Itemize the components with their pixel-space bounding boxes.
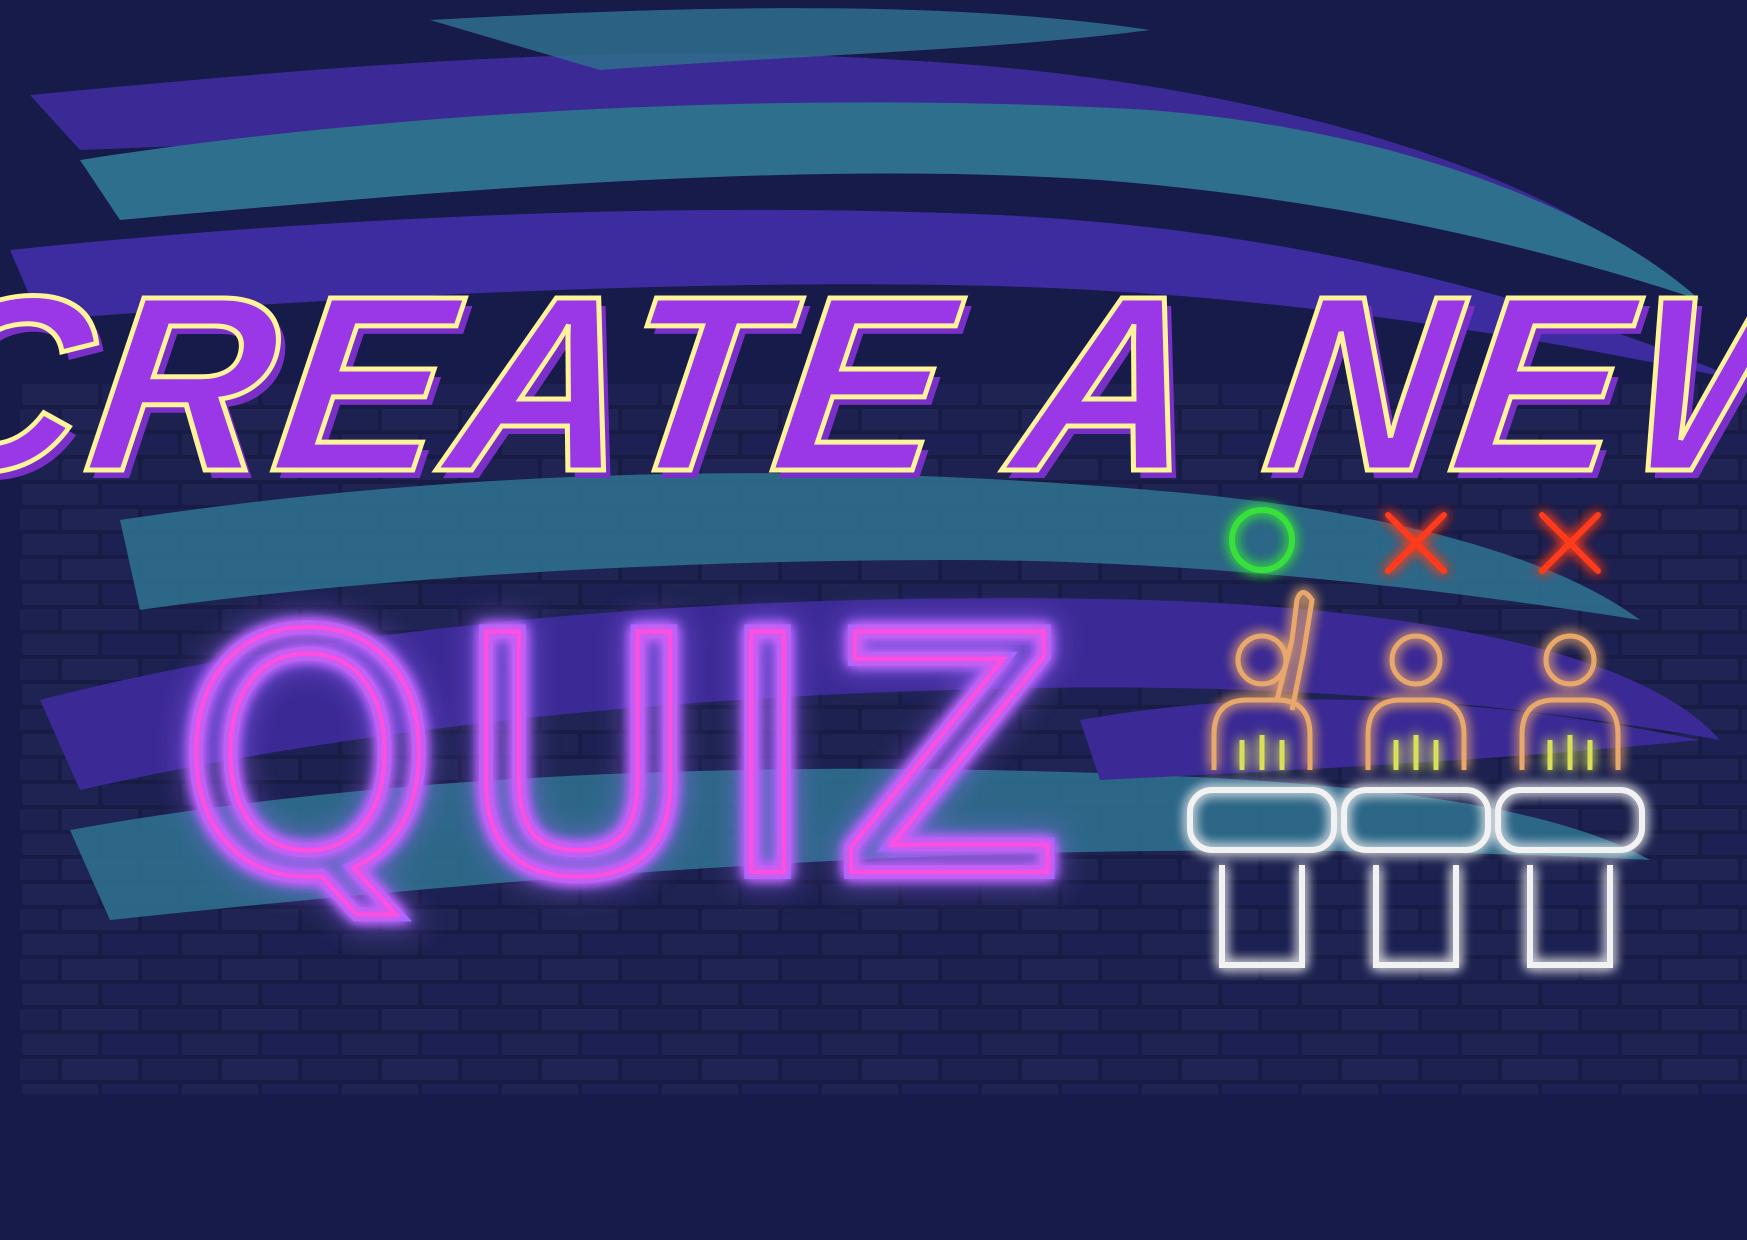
headline-create-a-new: CREATE A NEW CREATE A NEW bbox=[0, 243, 1747, 532]
banner-artwork: CREATE A NEW CREATE A NEW QUIZ QUIZ QUIZ bbox=[0, 8, 1747, 1094]
headline-line1: CREATE A NEW bbox=[0, 245, 1747, 524]
quiz-banner: CREATE A NEW CREATE A NEW QUIZ QUIZ QUIZ bbox=[0, 0, 1747, 1240]
neon-quiz-word: QUIZ QUIZ QUIZ bbox=[165, 553, 1083, 963]
neon-quiz-inner: QUIZ bbox=[178, 566, 1083, 950]
